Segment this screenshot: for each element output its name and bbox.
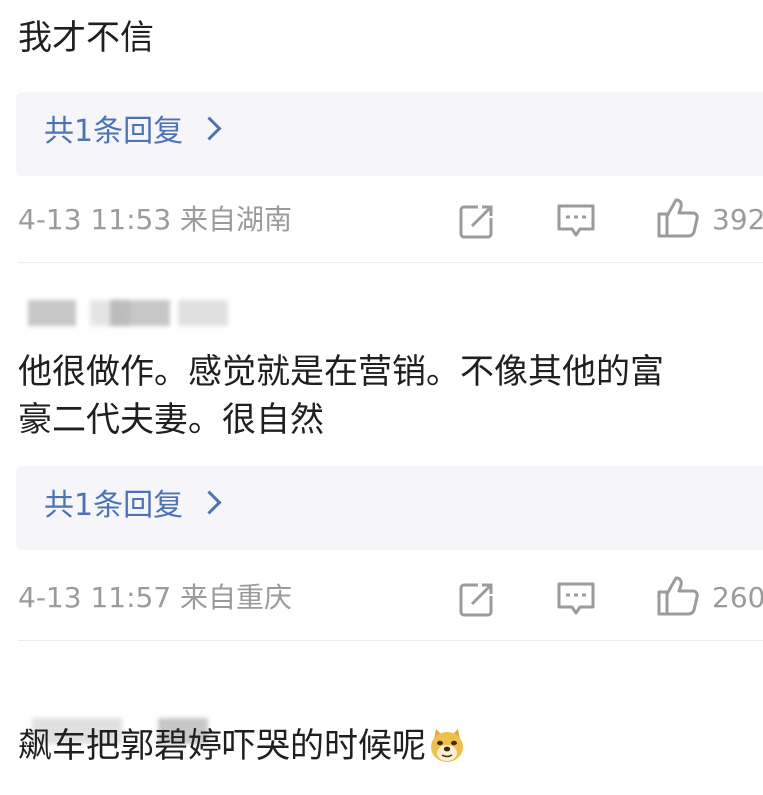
- comment-icon[interactable]: [556, 202, 596, 240]
- divider: [18, 262, 763, 263]
- doge-icon: [431, 728, 463, 762]
- chevron-right-icon: [197, 116, 222, 141]
- comment-text: 我才不信: [18, 18, 154, 58]
- location: 来自重庆: [180, 581, 293, 614]
- comment-meta: 4-13 11:57 来自重庆: [18, 578, 292, 618]
- reply-summary-box[interactable]: 共1条回复: [16, 92, 763, 176]
- blurred-block: [110, 300, 170, 326]
- reply-count-label: 共1条回复: [44, 114, 184, 149]
- comment-meta-row: 4-13 11:57 来自重庆 260: [0, 568, 763, 628]
- reply-count-label: 共1条回复: [44, 488, 184, 523]
- comment-icon[interactable]: [556, 580, 596, 618]
- reply-summary-box[interactable]: 共1条回复: [16, 466, 763, 550]
- comment-meta: 4-13 11:53 来自湖南: [18, 200, 292, 240]
- comment-list: 我才不信 共1条回复 4-13 11:53 来自湖南 392 他很做作。感觉就是…: [0, 0, 763, 795]
- timestamp: 4-13 11:53: [18, 203, 172, 236]
- thumbs-up-icon[interactable]: [656, 196, 700, 240]
- username-blurred[interactable]: [18, 300, 258, 326]
- blurred-block: [178, 300, 228, 326]
- share-icon[interactable]: [458, 202, 496, 240]
- like-count: 392: [712, 203, 763, 236]
- comment-text-line: 豪二代夫妻。很自然: [18, 400, 324, 440]
- divider: [18, 640, 763, 641]
- share-icon[interactable]: [458, 580, 496, 618]
- view-replies-link[interactable]: 共1条回复: [44, 110, 222, 154]
- timestamp: 4-13 11:57: [18, 581, 172, 614]
- comment-text-line: 他很做作。感觉就是在营销。不像其他的富: [18, 352, 664, 392]
- chevron-right-icon: [197, 490, 222, 515]
- blurred-block: [28, 300, 76, 326]
- like-count: 260: [712, 581, 763, 614]
- comment-text: 飙车把郭碧婷吓哭的时候呢: [18, 720, 466, 772]
- comment-text-content: 飙车把郭碧婷吓哭的时候呢: [18, 726, 426, 766]
- comment-meta-row: 4-13 11:53 来自湖南 392: [0, 190, 763, 250]
- location: 来自湖南: [180, 203, 293, 236]
- thumbs-up-icon[interactable]: [656, 574, 700, 618]
- view-replies-link[interactable]: 共1条回复: [44, 484, 222, 528]
